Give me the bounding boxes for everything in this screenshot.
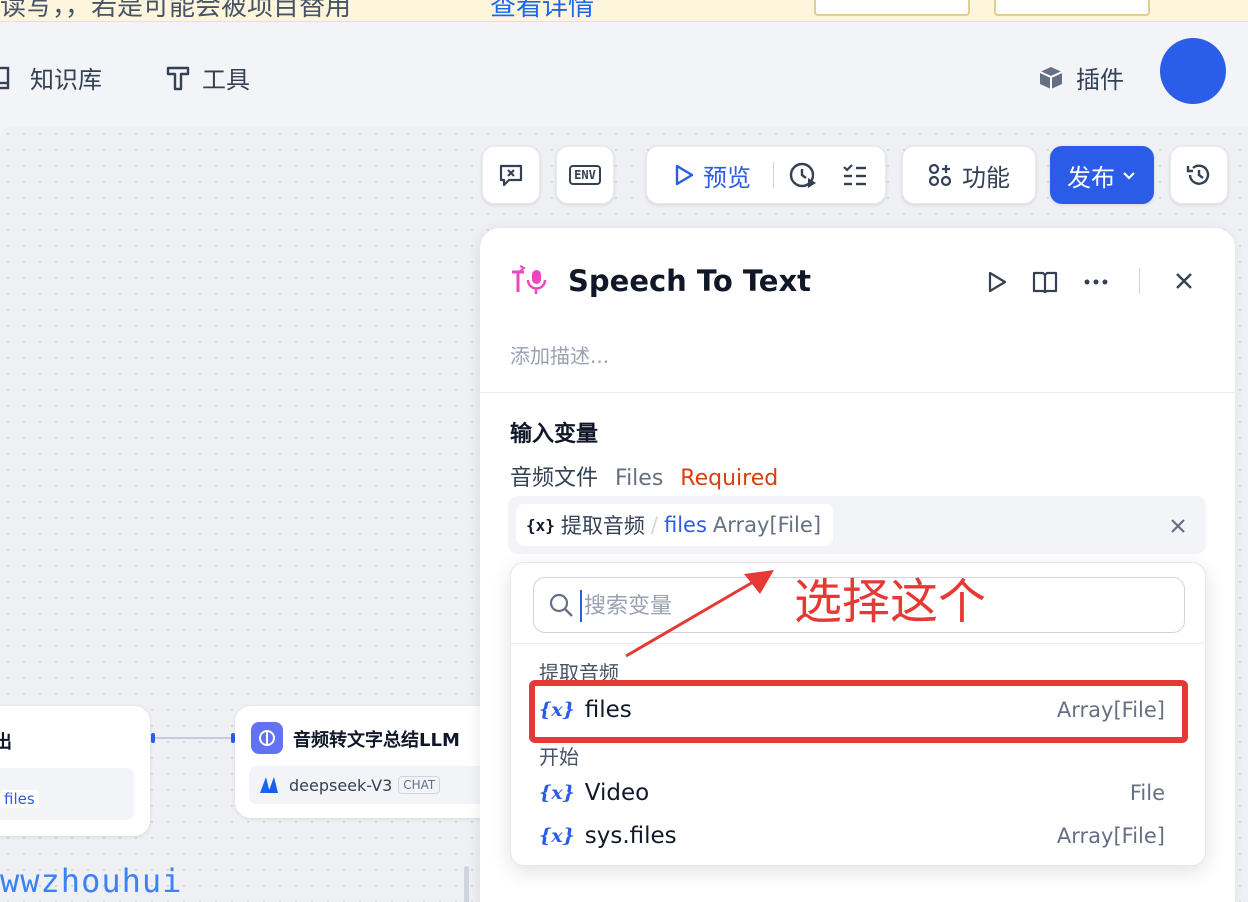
audio-file-field-label: 音频文件 Files Required bbox=[510, 460, 778, 492]
toolbar-divider bbox=[773, 162, 774, 188]
selected-var-type: Array[File] bbox=[712, 513, 822, 537]
top-header: 知识库 工具 插件 bbox=[0, 22, 1248, 126]
variable-icon: {x} bbox=[539, 825, 575, 847]
llm-node[interactable]: 音频转文字总结LLM deepseek-V3 CHAT bbox=[235, 706, 509, 818]
publish-button[interactable]: 发布 bbox=[1050, 146, 1154, 204]
required-badge: Required bbox=[680, 466, 779, 491]
nav-plugins[interactable]: 插件 bbox=[1038, 60, 1124, 95]
nav-knowledge-label: 知识库 bbox=[30, 66, 102, 94]
cube-icon bbox=[1039, 66, 1063, 89]
run-node-icon[interactable] bbox=[986, 270, 1008, 294]
checklist-icon[interactable] bbox=[842, 162, 868, 188]
llm-node-title: 音频转文字总结LLM bbox=[293, 730, 460, 751]
selected-node-name: 提取音频 bbox=[560, 514, 645, 538]
option-name: sys.files bbox=[584, 823, 677, 849]
history-icon bbox=[1186, 164, 1210, 185]
end-node-title: 出 bbox=[0, 732, 12, 753]
close-icon[interactable] bbox=[1174, 271, 1194, 291]
nav-plugins-label: 插件 bbox=[1076, 66, 1124, 94]
selected-variable-chip: {x} 提取音频 / files Array[File] bbox=[516, 504, 834, 546]
llm-model-name: deepseek-V3 bbox=[289, 775, 393, 795]
group-label: 开始 bbox=[539, 745, 579, 769]
llm-node-icon bbox=[251, 722, 283, 754]
version-history-button[interactable] bbox=[1170, 146, 1228, 204]
model-mode-badge: CHAT bbox=[398, 776, 441, 794]
field-type: Files bbox=[615, 466, 664, 491]
book-icon bbox=[0, 66, 10, 89]
preview-button[interactable]: 预览 bbox=[673, 158, 751, 193]
end-node[interactable]: 出 files bbox=[0, 706, 150, 836]
annotation-arrow bbox=[625, 570, 774, 658]
brain-icon bbox=[259, 730, 275, 746]
avatar[interactable] bbox=[1160, 38, 1226, 104]
option-type: Array[File] bbox=[1056, 824, 1165, 848]
chevron-down-icon bbox=[1123, 172, 1135, 180]
highlight-box bbox=[529, 680, 1188, 743]
header-divider bbox=[1139, 268, 1140, 294]
dropdown-divider bbox=[511, 643, 1207, 644]
panel-title: Speech To Text bbox=[568, 264, 812, 298]
variable-option[interactable]: {x} sys.files Array[File] bbox=[529, 816, 1189, 856]
hammer-icon bbox=[166, 66, 190, 90]
features-icon bbox=[928, 163, 952, 187]
watermark: wwzhouhui bbox=[0, 862, 183, 900]
panel-divider bbox=[480, 392, 1235, 393]
features-button[interactable]: 功能 bbox=[902, 146, 1036, 204]
variable-selector[interactable]: {x} 提取音频 / files Array[File] bbox=[508, 496, 1206, 554]
description-input[interactable]: 添加描述... bbox=[510, 340, 609, 369]
play-icon bbox=[675, 164, 694, 186]
preview-label: 预览 bbox=[703, 163, 751, 192]
nav-knowledge[interactable]: 知识库 bbox=[0, 60, 102, 95]
edge-handle[interactable] bbox=[151, 733, 155, 743]
deepseek-logo-icon bbox=[260, 777, 278, 793]
selected-var-name: files bbox=[663, 513, 707, 537]
end-node-output: files bbox=[0, 768, 134, 820]
banner-button-1[interactable] bbox=[814, 0, 970, 16]
search-icon bbox=[549, 593, 573, 617]
nav-tools[interactable]: 工具 bbox=[166, 60, 250, 95]
banner-link[interactable]: 查看详情 bbox=[490, 0, 594, 21]
book-open-icon[interactable] bbox=[1032, 270, 1058, 294]
variable-inspect-button[interactable] bbox=[482, 146, 540, 204]
preview-group: 预览 bbox=[646, 146, 886, 204]
scrollbar[interactable] bbox=[464, 866, 469, 902]
env-button[interactable]: ENV bbox=[556, 146, 614, 204]
option-name: Video bbox=[584, 780, 650, 806]
option-type: File bbox=[1129, 781, 1165, 805]
speech-to-text-icon bbox=[512, 265, 547, 294]
more-icon[interactable] bbox=[1084, 278, 1108, 286]
path-separator: / bbox=[650, 513, 658, 537]
annotation-text: 选择这个 bbox=[794, 574, 987, 630]
env-icon: ENV bbox=[569, 165, 601, 185]
llm-node-model: deepseek-V3 CHAT bbox=[249, 766, 509, 804]
variable-option[interactable]: {x} Video File bbox=[529, 773, 1189, 813]
chat-variable-icon bbox=[499, 164, 523, 187]
clear-icon[interactable] bbox=[1170, 518, 1186, 534]
features-label: 功能 bbox=[962, 163, 1010, 192]
publish-label: 发布 bbox=[1067, 163, 1115, 192]
banner-text: 读写，，若是可能会被项目替用 bbox=[0, 0, 352, 22]
notice-banner: 读写，，若是可能会被项目替用 查看详情 bbox=[0, 0, 1248, 22]
node-edge bbox=[152, 737, 234, 739]
run-history-icon[interactable] bbox=[788, 160, 818, 190]
variable-icon: {x} bbox=[539, 782, 575, 804]
banner-button-2[interactable] bbox=[994, 0, 1150, 16]
variable-icon: {x} bbox=[526, 515, 555, 535]
input-variables-title: 输入变量 bbox=[510, 422, 599, 447]
field-label: 音频文件 bbox=[510, 466, 599, 491]
end-node-chip: files bbox=[0, 790, 39, 808]
nav-tools-label: 工具 bbox=[202, 66, 250, 94]
